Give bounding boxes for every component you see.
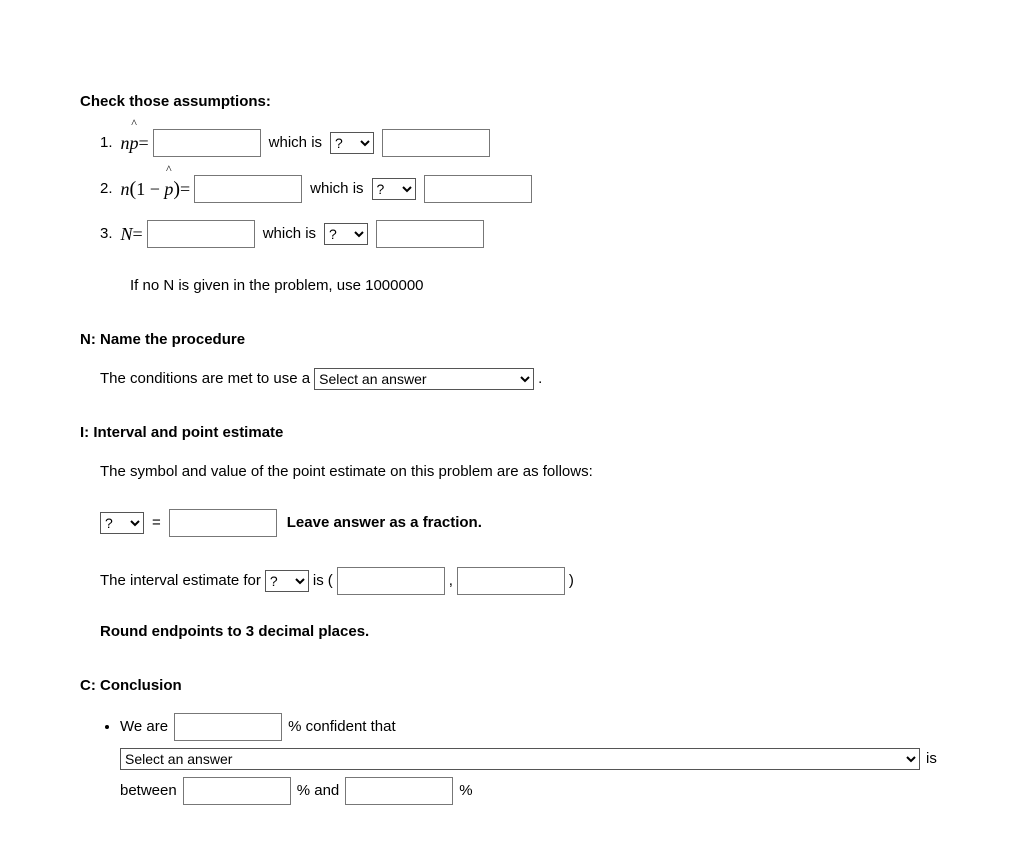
int-text: The interval estimate for bbox=[100, 569, 261, 593]
row3-num: 3. bbox=[100, 222, 113, 246]
int-open: ( bbox=[328, 569, 333, 593]
int-select[interactable]: ? bbox=[265, 570, 309, 592]
conclusion-item: We are % confident that Select an answer… bbox=[120, 713, 951, 805]
row3-input1[interactable] bbox=[147, 220, 255, 248]
row3-Nvar: N bbox=[121, 224, 133, 244]
row1-which: which is bbox=[269, 131, 322, 155]
n-text: The conditions are met to use a bbox=[100, 367, 310, 391]
i-line1: The symbol and value of the point estima… bbox=[100, 460, 951, 484]
row2-eq: = bbox=[180, 179, 190, 199]
pe-input[interactable] bbox=[169, 509, 277, 537]
int-comma: , bbox=[449, 569, 453, 593]
row2-one: 1 bbox=[136, 179, 145, 199]
row3-select[interactable]: ? bbox=[324, 223, 368, 245]
row3-N: N= bbox=[121, 220, 143, 249]
row2-input1[interactable] bbox=[194, 175, 302, 203]
c-pctconf: % confident that bbox=[288, 715, 396, 739]
assumption-row-2: 2. n(1 − ^p)= which is ? bbox=[100, 173, 951, 205]
row3-input2[interactable] bbox=[376, 220, 484, 248]
row2-expr: n(1 − ^p)= bbox=[121, 173, 191, 205]
c-select[interactable]: Select an answer bbox=[120, 748, 920, 770]
row3-eq: = bbox=[133, 224, 143, 244]
row2-phat: ^p bbox=[164, 175, 173, 204]
row1-select[interactable]: ? bbox=[330, 132, 374, 154]
row2-p: p bbox=[164, 179, 173, 199]
row2-num: 2. bbox=[100, 177, 113, 201]
c-between: between bbox=[120, 779, 177, 803]
c-pctand: % and bbox=[297, 779, 340, 803]
row1-p: p bbox=[130, 133, 139, 153]
c-high[interactable] bbox=[345, 777, 453, 805]
int-close: ) bbox=[569, 569, 574, 593]
row1-input1[interactable] bbox=[153, 129, 261, 157]
pe-leave: Leave answer as a fraction. bbox=[287, 511, 482, 535]
assumption-row-3: 3. N= which is ? bbox=[100, 220, 951, 249]
int-is: is bbox=[313, 569, 324, 593]
row1-n: n bbox=[121, 133, 130, 153]
n-title: N: Name the procedure bbox=[80, 328, 951, 352]
row2-which: which is bbox=[310, 177, 363, 201]
row2-close: ) bbox=[173, 178, 180, 200]
assumption-row-1: 1. n^p= which is ? bbox=[100, 129, 951, 158]
int-high[interactable] bbox=[457, 567, 565, 595]
row1-input2[interactable] bbox=[382, 129, 490, 157]
c-we: We are bbox=[120, 715, 168, 739]
int-low[interactable] bbox=[337, 567, 445, 595]
n-dot: . bbox=[538, 367, 542, 391]
c-line2: Select an answer is bbox=[120, 747, 951, 771]
row2-select[interactable]: ? bbox=[372, 178, 416, 200]
round-note: Round endpoints to 3 decimal places. bbox=[100, 620, 951, 644]
c-title: C: Conclusion bbox=[80, 674, 951, 698]
c-conf[interactable] bbox=[174, 713, 282, 741]
n-note: If no N is given in the problem, use 100… bbox=[130, 274, 951, 298]
row2-input2[interactable] bbox=[424, 175, 532, 203]
c-pct: % bbox=[459, 779, 472, 803]
n-select[interactable]: Select an answer bbox=[314, 368, 534, 390]
row3-which: which is bbox=[263, 222, 316, 246]
row1-eq: = bbox=[139, 133, 149, 153]
point-estimate-row: ? = Leave answer as a fraction. bbox=[100, 509, 951, 537]
interval-row: The interval estimate for ? is ( , ) bbox=[100, 567, 951, 595]
pe-select[interactable]: ? bbox=[100, 512, 144, 534]
c-is: is bbox=[926, 747, 937, 771]
check-title: Check those assumptions: bbox=[80, 90, 951, 114]
pe-eq: = bbox=[152, 511, 161, 535]
conclusion-list: We are % confident that Select an answer… bbox=[100, 713, 951, 805]
n-line: The conditions are met to use a Select a… bbox=[100, 367, 951, 391]
row2-minus: − bbox=[150, 179, 160, 199]
c-low[interactable] bbox=[183, 777, 291, 805]
c-line1: We are % confident that bbox=[120, 713, 951, 741]
row1-np: n^p= bbox=[121, 129, 149, 158]
row2-n: n bbox=[121, 179, 130, 199]
row1-phat: ^p bbox=[130, 129, 139, 158]
i-title: I: Interval and point estimate bbox=[80, 421, 951, 445]
row1-num: 1. bbox=[100, 131, 113, 155]
c-line3: between % and % bbox=[120, 777, 951, 805]
